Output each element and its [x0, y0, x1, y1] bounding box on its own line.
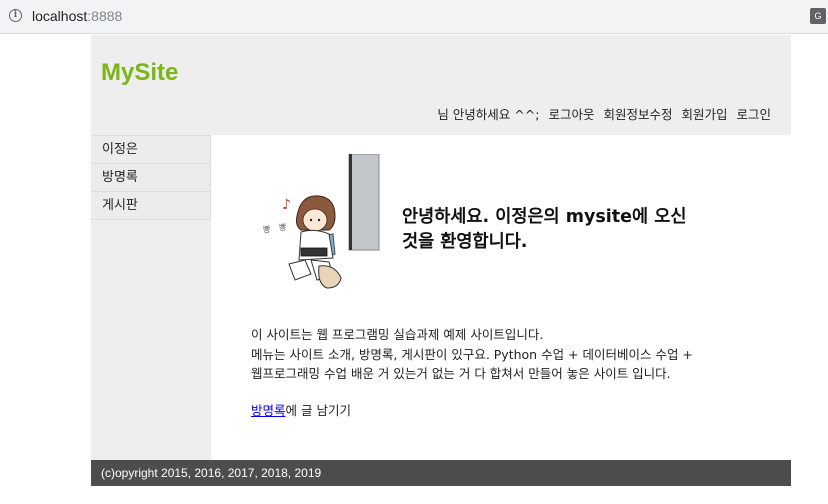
guestbook-link[interactable]: 방명록: [251, 403, 286, 418]
description-line-2: 메뉴는 사이트 소개, 방명록, 게시판이 있구요. Python 수업 + 데…: [251, 346, 693, 362]
browser-address-bar[interactable]: i localhost:8888 G: [0, 0, 828, 34]
url-port: :8888: [87, 8, 123, 24]
user-greeting: 님 안녕하세요 ^^;: [437, 107, 540, 122]
welcome-line-1: 안녕하세요. 이정은의 mysite에 오신: [402, 207, 687, 227]
svg-text:빵: 빵: [263, 224, 271, 234]
profile-illustration: ♪ 빵 빵: [263, 154, 380, 289]
logout-link[interactable]: 로그아웃: [548, 104, 594, 123]
translate-icon[interactable]: G: [810, 8, 826, 24]
sidebar-item-board[interactable]: 게시판: [91, 191, 211, 220]
welcome-line-2: 것을 환영합니다.: [402, 232, 528, 252]
url-host: localhost: [32, 8, 88, 24]
sidebar: 이정은 방명록 게시판: [91, 135, 211, 460]
site-description: 이 사이트는 웹 프로그램밍 실습과제 예제 사이트입니다. 메뉴는 사이트 소…: [251, 325, 771, 384]
svg-text:빵: 빵: [279, 222, 287, 232]
url-text[interactable]: localhost:8888: [32, 8, 122, 24]
guestbook-suffix: 에 글 남기기: [285, 403, 351, 418]
description-line-1: 이 사이트는 웹 프로그램밍 실습과제 예제 사이트입니다.: [251, 327, 544, 342]
login-link[interactable]: 로그인: [736, 104, 771, 123]
site-container: MySite 님 안녕하세요 ^^; 로그아웃 회원정보수정 회원가입 로그인 …: [91, 35, 791, 486]
sidebar-item-guestbook[interactable]: 방명록: [91, 163, 211, 191]
guestbook-prompt: 방명록에 글 남기기: [251, 400, 351, 419]
top-navigation: 님 안녕하세요 ^^; 로그아웃 회원정보수정 회원가입 로그인: [437, 104, 771, 123]
info-icon[interactable]: i: [9, 9, 22, 22]
edit-profile-link[interactable]: 회원정보수정: [603, 104, 672, 123]
copyright-text: (c)opyright 2015, 2016, 2017, 2018, 2019: [101, 466, 322, 480]
svg-text:♪: ♪: [282, 197, 291, 213]
main-content: ♪ 빵 빵 안녕하세요. 이정은의 mysite에 오신 것을 환영합니다. 이…: [211, 135, 791, 460]
site-logo[interactable]: MySite: [101, 59, 178, 87]
signup-link[interactable]: 회원가입: [681, 104, 727, 123]
site-footer: (c)opyright 2015, 2016, 2017, 2018, 2019: [91, 460, 791, 486]
description-line-3: 웹프로그래밍 수업 배운 거 있는거 없는 거 다 합쳐서 만들어 놓은 사이트…: [251, 366, 671, 381]
site-header: MySite 님 안녕하세요 ^^; 로그아웃 회원정보수정 회원가입 로그인: [91, 35, 791, 135]
sidebar-item-intro[interactable]: 이정은: [91, 135, 211, 163]
welcome-heading: 안녕하세요. 이정은의 mysite에 오신 것을 환영합니다.: [402, 205, 722, 255]
